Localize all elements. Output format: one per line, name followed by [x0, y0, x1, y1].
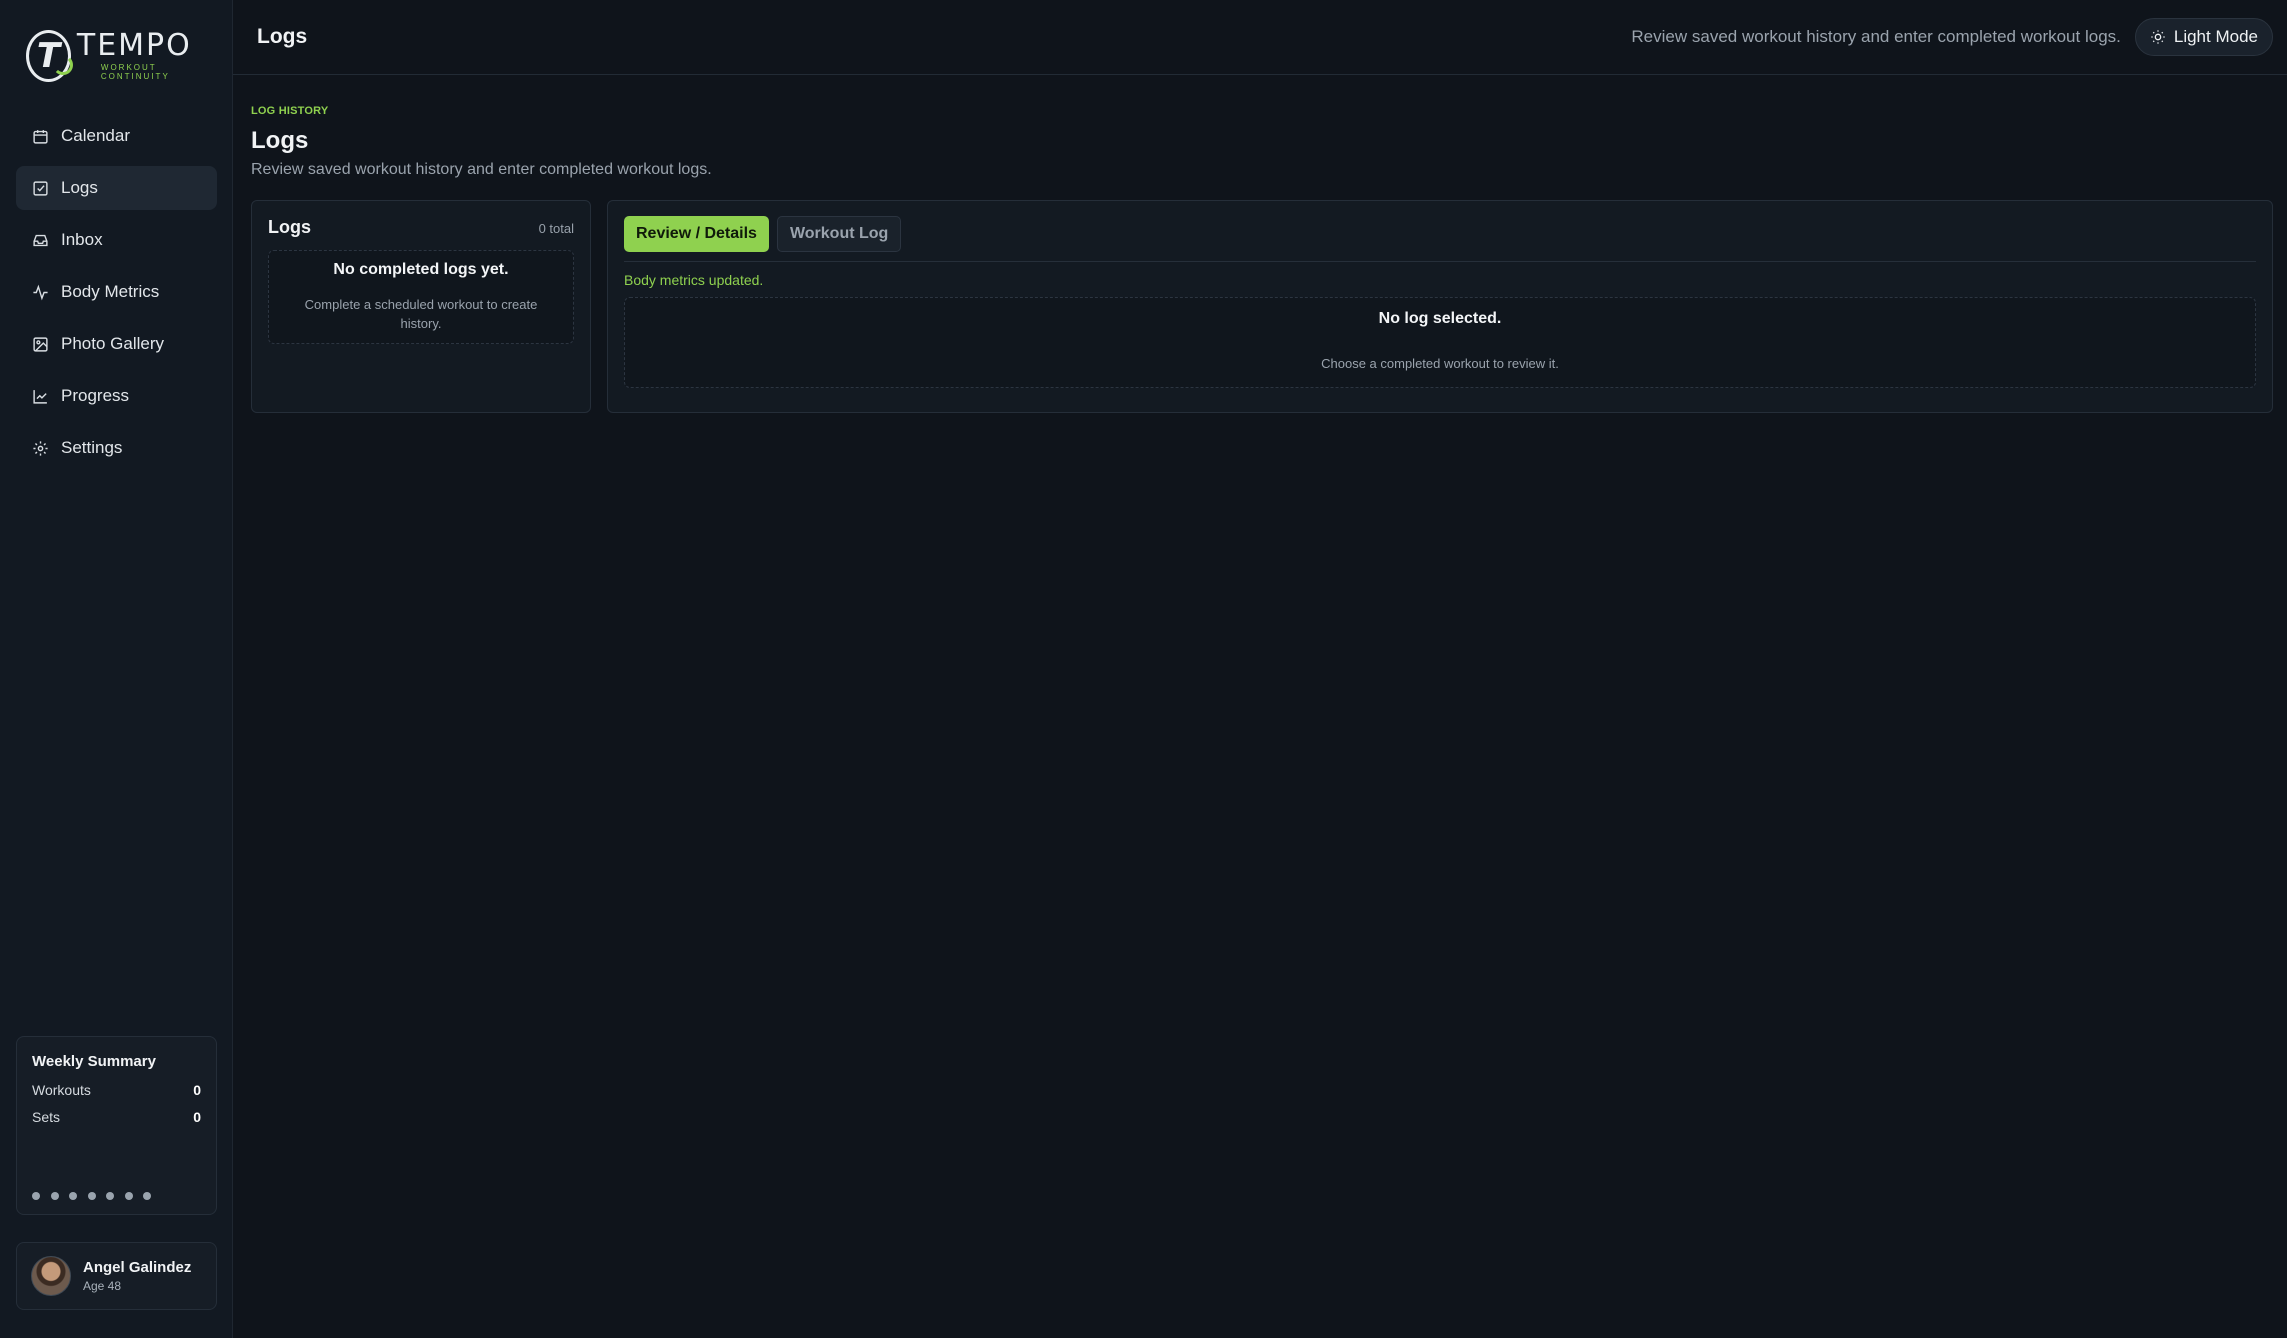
- user-age: Age 48: [83, 1279, 122, 1293]
- summary-label: Workouts: [32, 1082, 91, 1098]
- status-notice: Body metrics updated.: [624, 272, 764, 288]
- empty-title: No log selected.: [1378, 310, 1502, 327]
- logs-panel-title: Logs: [268, 217, 311, 237]
- summary-value: 0: [193, 1082, 201, 1098]
- weekly-summary-title: Weekly Summary: [32, 1053, 156, 1070]
- sidebar-item-photo-gallery[interactable]: Photo Gallery: [16, 322, 217, 366]
- sidebar-item-inbox[interactable]: Inbox: [16, 218, 217, 262]
- sidebar-item-settings[interactable]: Settings: [16, 426, 217, 470]
- sidebar-item-body-metrics[interactable]: Body Metrics: [16, 270, 217, 314]
- brand-name: TEMPO: [76, 28, 192, 63]
- sidebar-item-logs[interactable]: Logs: [16, 166, 217, 210]
- activity-icon: [33, 284, 48, 300]
- page-title: Logs: [251, 127, 309, 154]
- topbar-title: Logs: [257, 25, 308, 48]
- logs-list-panel: Logs 0 total No completed logs yet. Comp…: [251, 200, 591, 413]
- logs-count: 0 total: [538, 221, 574, 236]
- sidebar-item-calendar[interactable]: Calendar: [16, 114, 217, 158]
- chart-line-icon: [33, 389, 47, 404]
- sidebar: T TEMPO WORKOUT CONTINUITY Calendar Logs…: [0, 0, 233, 1338]
- day-dot: [124, 1192, 133, 1200]
- detail-tabs: Review / Details Workout Log: [624, 216, 2256, 262]
- sidebar-item-label: Settings: [61, 438, 123, 457]
- logo-mark-icon: T: [26, 30, 73, 82]
- checklist-icon: [33, 180, 48, 196]
- weekly-summary-card: Weekly Summary Workouts 0 Sets 0: [16, 1036, 217, 1215]
- light-mode-button[interactable]: Light Mode: [2134, 18, 2273, 56]
- log-detail-panel: Review / Details Workout Log Body metric…: [607, 200, 2273, 413]
- day-dot: [106, 1192, 114, 1200]
- sidebar-nav: Calendar Logs Inbox Body Metrics Photo G…: [16, 114, 217, 478]
- inbox-icon: [33, 234, 48, 246]
- light-mode-label: Light Mode: [2173, 27, 2258, 46]
- day-dot: [50, 1192, 59, 1200]
- empty-text: Complete a scheduled workout to create h…: [304, 297, 538, 331]
- user-name: Angel Galindez: [83, 1259, 192, 1276]
- sidebar-item-progress[interactable]: Progress: [16, 374, 217, 418]
- brand-logo[interactable]: T TEMPO WORKOUT CONTINUITY: [26, 28, 206, 84]
- summary-row-sets: Sets 0: [32, 1109, 201, 1125]
- logs-empty-state: No completed logs yet. Complete a schedu…: [268, 250, 574, 344]
- page-eyebrow: LOG HISTORY: [251, 105, 329, 117]
- gear-icon: [33, 440, 48, 456]
- topbar: Logs Review saved workout history and en…: [233, 0, 2287, 75]
- sun-icon: [2151, 30, 2165, 44]
- calendar-icon: [33, 129, 48, 144]
- topbar-subtitle: Review saved workout history and enter c…: [1631, 27, 2121, 46]
- sidebar-item-label: Photo Gallery: [61, 334, 164, 353]
- sidebar-item-label: Progress: [61, 386, 130, 405]
- avatar: [31, 1256, 71, 1296]
- day-dot: [69, 1192, 77, 1200]
- sidebar-item-label: Body Metrics: [61, 282, 160, 301]
- sidebar-item-label: Calendar: [61, 126, 130, 145]
- tab-workout-log[interactable]: Workout Log: [776, 216, 902, 252]
- day-dot: [143, 1192, 151, 1200]
- day-dot: [87, 1192, 96, 1200]
- user-profile-card[interactable]: Angel Galindez Age 48: [16, 1242, 217, 1310]
- empty-title: No completed logs yet.: [333, 261, 509, 278]
- summary-value: 0: [193, 1109, 201, 1125]
- empty-text: Choose a completed workout to review it.: [1321, 356, 1559, 371]
- summary-row-workouts: Workouts 0: [32, 1082, 201, 1098]
- weekday-dots: [32, 1192, 151, 1200]
- day-dot: [32, 1192, 40, 1200]
- summary-label: Sets: [32, 1109, 61, 1125]
- sidebar-item-label: Inbox: [61, 230, 103, 249]
- main-content: LOG HISTORY Logs Review saved workout hi…: [251, 75, 2273, 413]
- image-icon: [33, 336, 48, 352]
- brand-tagline: WORKOUT CONTINUITY: [100, 63, 170, 81]
- detail-empty-state: No log selected. Choose a completed work…: [624, 297, 2256, 388]
- page-subtitle: Review saved workout history and enter c…: [251, 161, 712, 178]
- sidebar-item-label: Logs: [61, 178, 98, 197]
- tab-review-details[interactable]: Review / Details: [624, 216, 769, 252]
